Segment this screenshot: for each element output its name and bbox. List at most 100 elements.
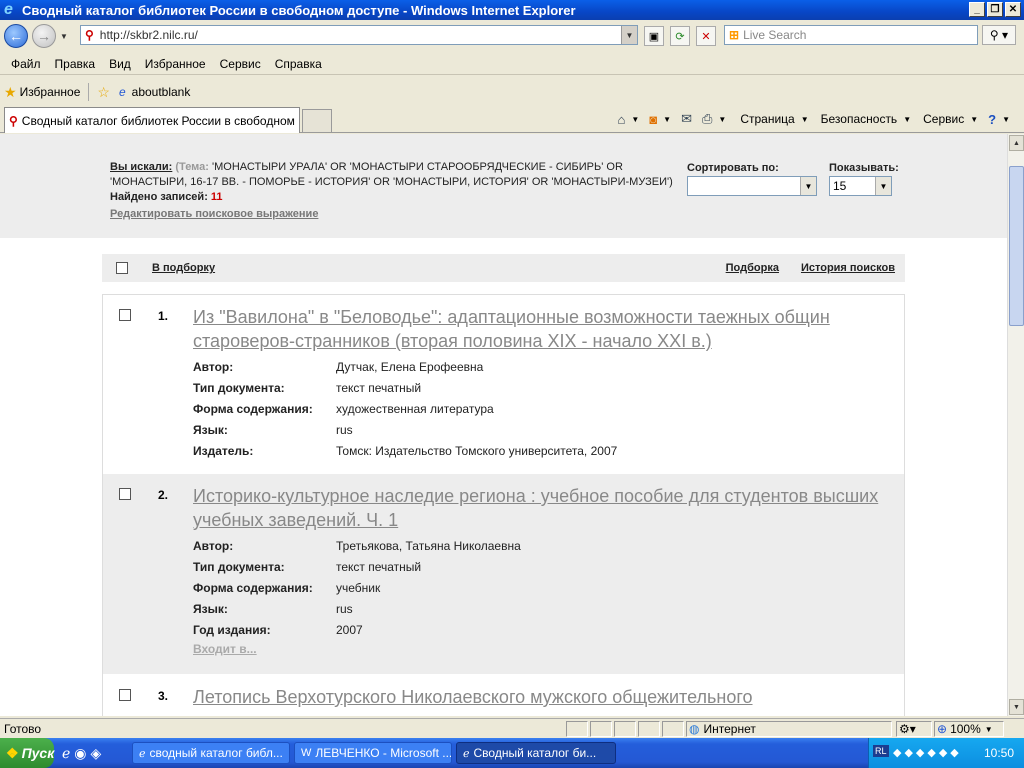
- menu-file[interactable]: Файл: [4, 57, 48, 71]
- status-cell: [590, 721, 612, 737]
- zoom-dropdown-icon: ▼: [984, 724, 993, 734]
- quick-launch: ℯ ◉ ◈: [62, 745, 101, 762]
- security-menu[interactable]: Безопасность: [821, 112, 898, 126]
- page-menu[interactable]: Страница: [740, 112, 794, 126]
- add-favorite-icon[interactable]: ☆: [97, 84, 110, 101]
- back-button[interactable]: ←: [4, 24, 28, 48]
- stop-icon[interactable]: ✕: [696, 26, 716, 46]
- record-checkbox[interactable]: [119, 309, 131, 321]
- result-record: 3. Летопись Верхотурского Николаевского …: [103, 675, 904, 716]
- record-title-link[interactable]: Историко-культурное наследие региона : у…: [193, 484, 883, 532]
- page-size-dropdown-icon[interactable]: ▼: [875, 177, 891, 195]
- field-label: Язык:: [193, 422, 228, 437]
- print-icon[interactable]: ⎙: [702, 111, 712, 127]
- add-to-selection-link[interactable]: В подборку: [152, 262, 215, 274]
- field-value: rus: [336, 601, 353, 616]
- field-label: Язык:: [193, 601, 228, 616]
- menu-help[interactable]: Справка: [268, 57, 329, 71]
- select-all-checkbox[interactable]: [116, 262, 128, 274]
- tab-active[interactable]: ⚲ Сводный каталог библиотек России в сво…: [4, 107, 300, 133]
- history-dropdown-icon[interactable]: ▼: [60, 32, 68, 41]
- field-label: Издатель:: [193, 443, 254, 458]
- field-label: Автор:: [193, 538, 234, 553]
- record-title-link[interactable]: Из "Вавилона" в "Беловодье": адаптационн…: [193, 305, 883, 353]
- windows-logo-icon: ⊞: [729, 28, 740, 42]
- help-dropdown-icon: ▼: [1002, 114, 1010, 124]
- scroll-thumb[interactable]: [1009, 166, 1024, 326]
- outlook-icon[interactable]: ◈: [91, 745, 102, 762]
- searched-label: Вы искали:: [110, 161, 173, 173]
- protected-mode-cell[interactable]: ⚙▾: [896, 721, 932, 737]
- favorite-link-aboutblank[interactable]: aboutblank: [132, 85, 191, 99]
- live-search-input[interactable]: ⊞ Live Search: [724, 25, 978, 45]
- tools-menu[interactable]: Сервис: [923, 112, 964, 126]
- vertical-scrollbar[interactable]: ▲ ▼: [1007, 134, 1024, 716]
- scroll-up-icon[interactable]: ▲: [1009, 135, 1024, 151]
- menu-tools[interactable]: Сервис: [213, 57, 268, 71]
- page-size-select[interactable]: 15 ▼: [829, 176, 892, 196]
- favorites-star-icon[interactable]: ★: [4, 84, 17, 101]
- start-label: Пуск: [21, 745, 55, 761]
- field-value: Третьякова, Татьяна Николаевна: [336, 538, 521, 553]
- record-number: 2.: [158, 488, 169, 502]
- security-dropdown-icon: ▼: [903, 114, 912, 124]
- selection-link[interactable]: Подборка: [726, 262, 779, 274]
- menu-favorites[interactable]: Избранное: [138, 57, 213, 71]
- taskbar-item-active[interactable]: ℯ Сводный каталог би...: [456, 742, 616, 764]
- favorites-button[interactable]: Избранное: [20, 85, 81, 99]
- record-fields: Автор: Третьякова, Татьяна Николаевна Тип…: [193, 535, 521, 640]
- home-icon[interactable]: ⌂: [618, 112, 626, 127]
- search-history-link[interactable]: История поисков: [801, 262, 895, 274]
- record-checkbox[interactable]: [119, 488, 131, 500]
- record-title-link[interactable]: Летопись Верхотурского Николаевского муж…: [193, 685, 883, 709]
- window-title-bar[interactable]: e Сводный каталог библиотек России в сво…: [0, 0, 1024, 20]
- print-dropdown-icon: ▼: [718, 114, 727, 124]
- separator: [88, 83, 90, 101]
- new-tab-button[interactable]: [302, 109, 332, 133]
- refresh-icon[interactable]: ⟳: [670, 26, 690, 46]
- field-label: Тип документа:: [193, 559, 285, 574]
- address-dropdown-icon[interactable]: ▼: [621, 26, 637, 44]
- included-in-link[interactable]: Входит в...: [193, 642, 257, 656]
- address-url: http://skbr2.nilc.ru/: [99, 28, 198, 42]
- ie-quicklaunch-icon[interactable]: ℯ: [62, 745, 70, 762]
- menu-edit[interactable]: Правка: [48, 57, 103, 71]
- forward-button[interactable]: →: [32, 24, 56, 48]
- help-icon[interactable]: ?: [988, 112, 996, 127]
- media-player-icon[interactable]: ◉: [74, 745, 86, 762]
- search-icon: ⚲ ▾: [989, 28, 1009, 42]
- page-size-value: 15: [833, 179, 847, 193]
- start-button[interactable]: ❖ Пуск: [0, 738, 54, 768]
- record-checkbox[interactable]: [119, 689, 131, 701]
- maximize-button[interactable]: ❐: [987, 2, 1003, 17]
- close-button[interactable]: ✕: [1005, 2, 1021, 17]
- sort-dropdown-icon[interactable]: ▼: [800, 177, 816, 195]
- field-value: Дутчак, Елена Ерофеевна: [336, 359, 484, 374]
- system-tray: RL ◆◆◆◆◆◆ 10:50: [868, 738, 1024, 768]
- edit-search-link[interactable]: Редактировать поисковое выражение: [110, 207, 682, 222]
- taskbar-item[interactable]: W ЛЕВЧЕНКО - Microsoft ...: [294, 742, 452, 764]
- minimize-button[interactable]: _: [969, 2, 985, 17]
- taskbar-item[interactable]: ℯ сводный каталог библ...: [132, 742, 290, 764]
- sort-select[interactable]: ▼: [687, 176, 817, 196]
- language-indicator[interactable]: RL: [873, 745, 889, 757]
- menu-bar: Файл Правка Вид Избранное Сервис Справка: [0, 53, 1024, 75]
- field-value: художественная литература: [336, 401, 494, 416]
- compatibility-icon[interactable]: ▣: [644, 26, 664, 46]
- feeds-icon[interactable]: ◙: [649, 112, 657, 127]
- ie-task-icon: ℯ: [463, 747, 470, 760]
- status-cell: [638, 721, 660, 737]
- show-label: Показывать:: [829, 162, 899, 174]
- mail-icon[interactable]: ✉: [681, 111, 692, 127]
- zoom-cell[interactable]: ⊕ 100% ▼: [934, 721, 1004, 737]
- menu-view[interactable]: Вид: [102, 57, 138, 71]
- tray-icons[interactable]: ◆◆◆◆◆◆: [893, 746, 962, 759]
- scroll-down-icon[interactable]: ▼: [1009, 699, 1024, 715]
- ie-logo-icon: e: [4, 1, 13, 18]
- address-bar[interactable]: ⚲ http://skbr2.nilc.ru/ ▼: [80, 25, 638, 45]
- search-button[interactable]: ⚲ ▾: [982, 25, 1016, 45]
- taskbar-item-label: Сводный каталог би...: [473, 746, 597, 760]
- favorites-bar: ★ Избранное ☆ e aboutblank: [0, 80, 1024, 104]
- page-viewport: Вы искали: (Тема: 'МОНАСТЫРИ УРАЛА' OR '…: [0, 134, 1007, 716]
- field-label: Год издания:: [193, 622, 271, 637]
